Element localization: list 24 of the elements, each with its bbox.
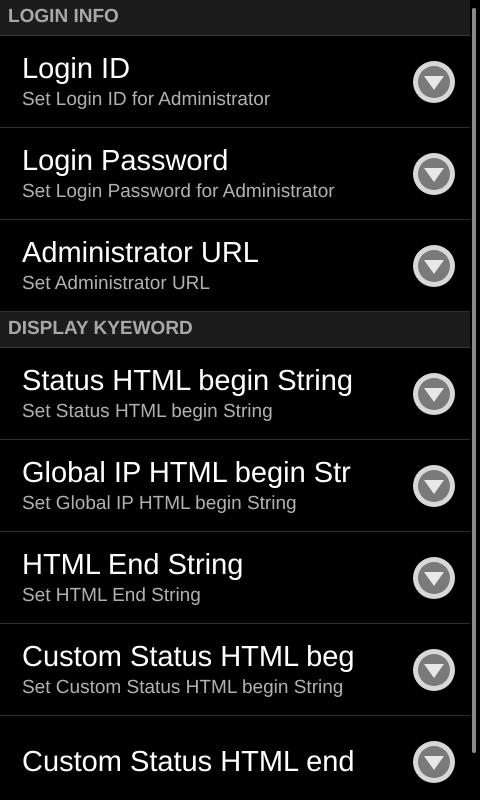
section-header: LOGIN INFO: [0, 0, 470, 36]
preference-summary: Set Custom Status HTML begin String: [22, 676, 344, 700]
preference-row[interactable]: Global IP HTML begin Str Set Global IP HTML begin String: [0, 440, 470, 532]
preference-row[interactable]: Login ID Set Login ID for Administrator: [0, 36, 470, 128]
preference-summary: Set Login Password for Administrator: [22, 180, 336, 204]
preference-summary: Set Global IP HTML begin String: [22, 492, 298, 516]
preference-title: Custom Status HTML end: [22, 744, 356, 780]
preference-summary: Set Administrator URL: [22, 272, 211, 296]
preference-title: Custom Status HTML beg: [22, 640, 356, 674]
preference-title: Status HTML begin String: [22, 364, 354, 398]
preference-summary: Set HTML End String: [22, 584, 202, 608]
preference-row[interactable]: Login Password Set Login Password for Administrator: [0, 128, 470, 220]
preference-title: HTML End String: [22, 548, 244, 582]
preference-summary: Set Login ID for Administrator: [22, 88, 272, 112]
preference-summary: Set Status HTML begin String: [22, 400, 274, 424]
preference-row[interactable]: Status HTML begin String Set Status HTML begin String: [0, 348, 470, 440]
preference-row[interactable]: Custom Status HTML end: [0, 716, 470, 800]
preference-row[interactable]: Custom Status HTML beg Set Custom Status HTML begin String: [0, 624, 470, 716]
preference-title: Login Password: [22, 144, 230, 178]
preference-title: Administrator URL: [22, 236, 260, 270]
preference-title: Global IP HTML begin Str: [22, 456, 352, 490]
preference-title: Login ID: [22, 52, 132, 86]
section-header: DISPLAY KYEWORD: [0, 312, 470, 348]
preference-row[interactable]: HTML End String Set HTML End String: [0, 532, 470, 624]
